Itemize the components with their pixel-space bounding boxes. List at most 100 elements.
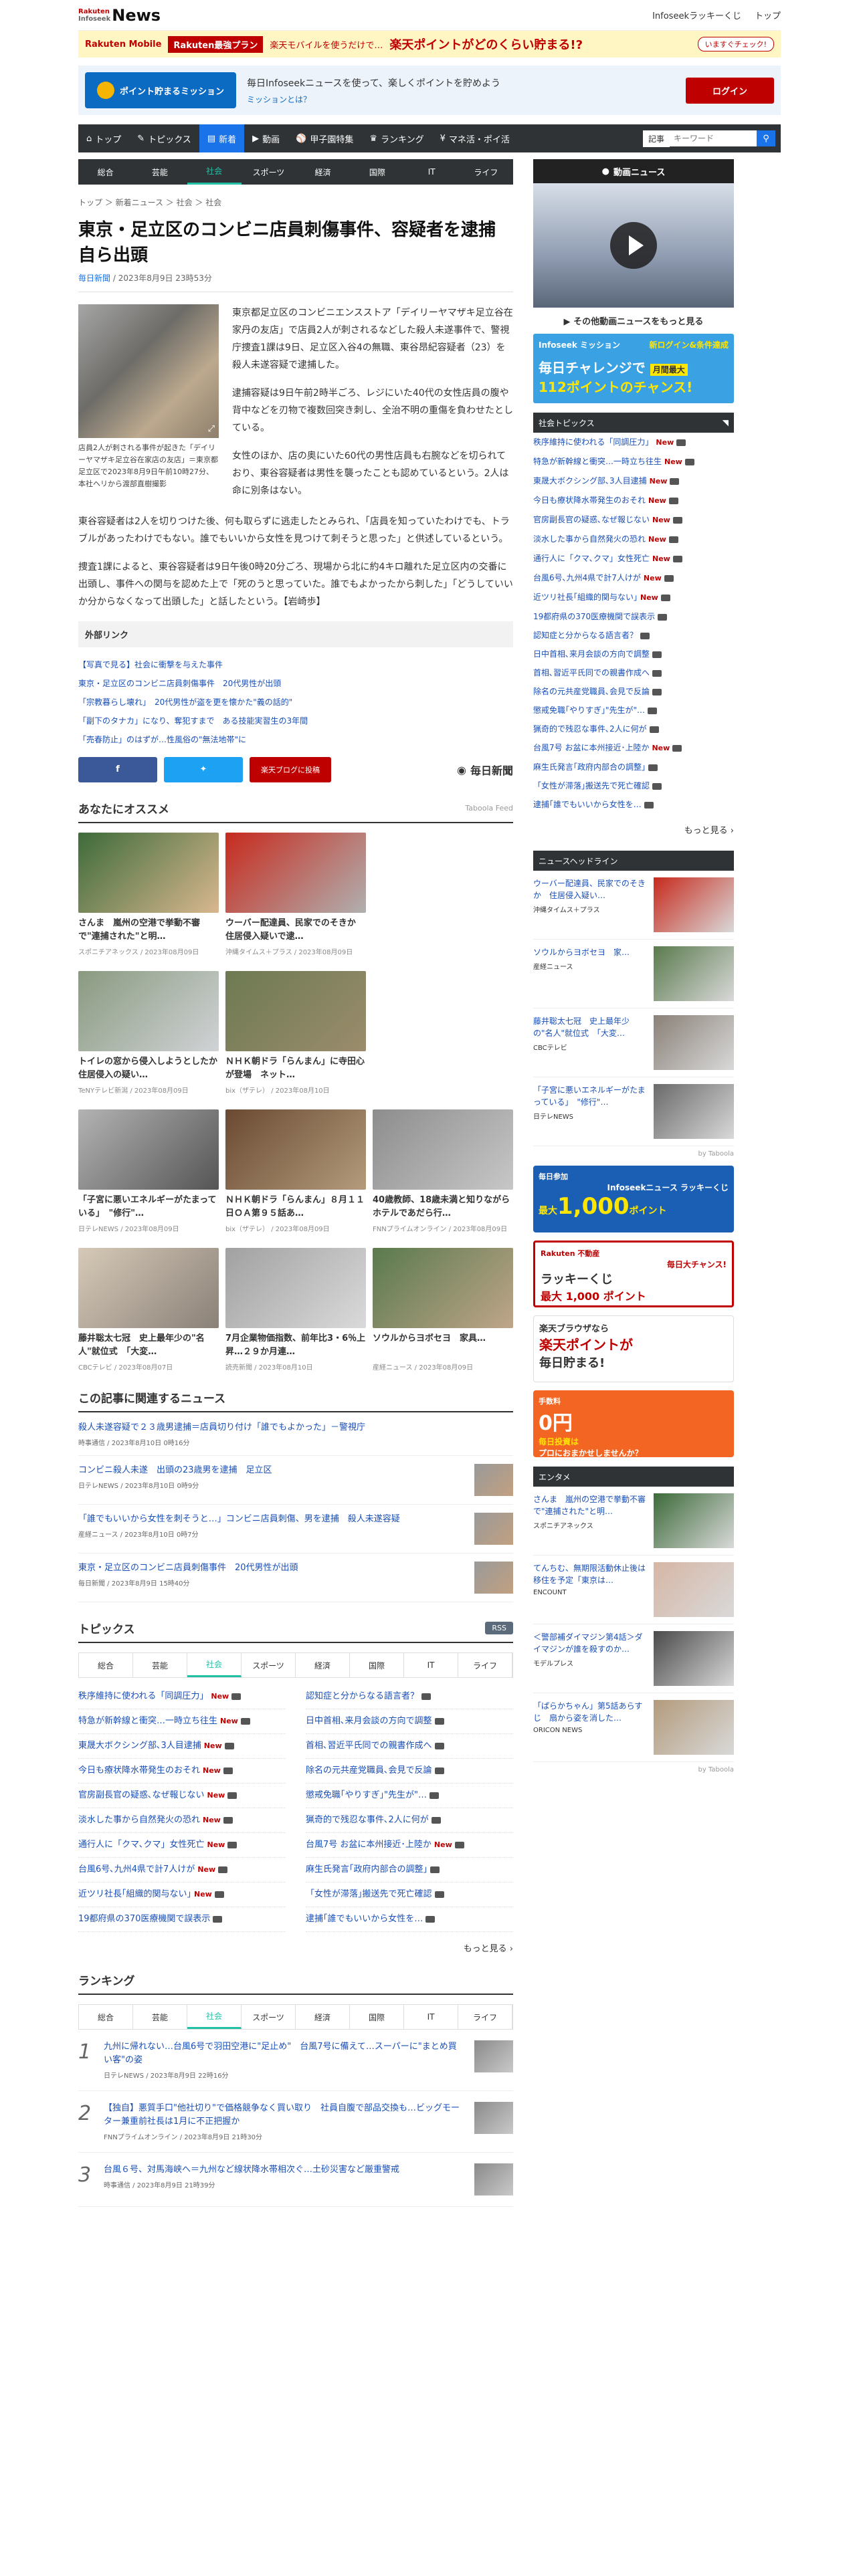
- topic-item[interactable]: 19都府県の370医療機関で誤表示: [78, 1907, 286, 1932]
- card-title[interactable]: トイレの窓から侵入しようとしたか 住居侵入の疑い…: [78, 1055, 219, 1082]
- card-title[interactable]: ＮＨＫ朝ドラ「らんまん」８月１１日ＯＡ第９５話あ…: [225, 1194, 366, 1220]
- rss-icon[interactable]: ◥: [723, 418, 729, 427]
- nav-video[interactable]: ▶ 動画: [244, 124, 288, 152]
- rank-title[interactable]: 【独自】悪質手口"他社切り"で価格競争なく買い取り 社員自腹で部品交換も…ビッグ…: [104, 2102, 465, 2129]
- nav-ranking[interactable]: ♛ ランキング: [361, 124, 432, 152]
- toptabs-tab[interactable]: 社会: [187, 1653, 242, 1677]
- mission-about-link[interactable]: ミッションとは？: [247, 94, 675, 105]
- card-title[interactable]: ＮＨＫ朝ドラ「らんまん」に寺田心が登場 ネット…: [225, 1055, 366, 1082]
- related-title[interactable]: 「誰でもいいから女性を刺そうと…」コンビニ店員刺傷、男を逮捕 殺人未遂容疑: [78, 1513, 400, 1526]
- topic-item[interactable]: 逮捕｢誰でもいいから女性を…: [306, 1907, 513, 1932]
- ranktabs-tab[interactable]: 社会: [187, 2005, 242, 2029]
- recommend-card[interactable]: 7月企業物価指数、前年比3・6％上昇…２９か月連… 読売新聞 / 2023年08月…: [225, 1248, 366, 1372]
- topic-item[interactable]: 秩序維持に使われる「同調圧力」 New: [533, 433, 734, 452]
- news-title[interactable]: ウーバー配達員、民家でのそきか 住居侵入疑い…: [533, 877, 647, 901]
- topic-item[interactable]: 「女性が滞落｣搬送先で死亡確認: [306, 1883, 513, 1907]
- taboola-label[interactable]: by Taboola: [533, 1766, 734, 1774]
- card-image[interactable]: [225, 833, 366, 913]
- topic-item[interactable]: 今日も療状降水帯発生のおそれ New: [78, 1759, 286, 1784]
- cat-shakai[interactable]: 社会: [187, 159, 242, 185]
- ranktabs-tab[interactable]: スポーツ: [242, 2005, 296, 2029]
- ad-cta-button[interactable]: いますぐチェック!: [697, 37, 774, 51]
- topic-item[interactable]: 懲戒免職｢やりすぎ｣"先生が"…: [306, 1784, 513, 1808]
- ranktabs-tab[interactable]: ライフ: [458, 2005, 512, 2029]
- news-title[interactable]: さんま 嵐州の空港で挙動不審で"連捕された"と明…: [533, 1493, 647, 1517]
- recommend-card[interactable]: ＮＨＫ朝ドラ「らんまん」に寺田心が登場 ネット… bix（ザテレ） / 2023年…: [225, 971, 366, 1095]
- toptabs-tab[interactable]: 国際: [350, 1653, 404, 1677]
- recommend-card[interactable]: さんま 嵐州の空港で挙動不審で"連捕された"と明… スポニチアネックス / 202…: [78, 833, 219, 956]
- topic-item[interactable]: 東晟大ボクシング部､3人目逮捕 New: [533, 471, 734, 491]
- card-image[interactable]: [78, 833, 219, 913]
- news-title[interactable]: ソウルからヨボセヨ 家…: [533, 946, 647, 958]
- card-image[interactable]: [225, 971, 366, 1051]
- card-title[interactable]: ウーバー配達員、民家でのそきか 住居侵入疑いで逮…: [225, 917, 366, 944]
- lucky-banner[interactable]: 毎日参加 Infoseekニュース ラッキーくじ 最大1,000ポイント: [533, 1166, 734, 1232]
- related-title[interactable]: 東京・足立区のコンビニ店員刺傷事件 20代男性が出頭: [78, 1562, 298, 1575]
- card-image[interactable]: [78, 1248, 219, 1328]
- ranktabs-tab[interactable]: 経済: [296, 2005, 350, 2029]
- site-logo[interactable]: Rakuten Infoseek News: [78, 6, 161, 25]
- topics-more-link[interactable]: もっと見る ›: [78, 1941, 513, 1954]
- browser-banner[interactable]: 楽天ブラウザなら 楽天ポイントが 毎日貯まる!: [533, 1315, 734, 1382]
- taboola-label[interactable]: by Taboola: [533, 1150, 734, 1158]
- topic-item[interactable]: 官房副長官の疑惑､なぜ報じない New: [78, 1784, 286, 1808]
- video-player[interactable]: [533, 183, 734, 308]
- source-link[interactable]: 毎日新聞: [78, 274, 110, 283]
- card-image[interactable]: [225, 1248, 366, 1328]
- twitter-share-button[interactable]: ✦: [164, 757, 243, 782]
- taboola-label[interactable]: Taboola Feed: [465, 804, 513, 813]
- topic-item[interactable]: 猟奇的で残忍な事件､2人に何が: [306, 1808, 513, 1833]
- toptabs-tab[interactable]: IT: [404, 1653, 458, 1677]
- topic-item[interactable]: 19都府県の370医療機関で誤表示: [533, 607, 734, 626]
- card-image[interactable]: [78, 971, 219, 1051]
- topic-item[interactable]: 「女性が滞落｣搬送先で死亡確認: [533, 776, 734, 795]
- topic-item[interactable]: 台風6号､九州4県で計7人けが New: [78, 1858, 286, 1883]
- ranktabs-tab[interactable]: 芸能: [133, 2005, 187, 2029]
- recommend-card[interactable]: ソウルからヨボセヨ 家具… 産経ニュース / 2023年08月09日: [373, 1248, 513, 1372]
- topic-item[interactable]: 官房副長官の疑惑､なぜ報じない New: [533, 510, 734, 530]
- news-thumb[interactable]: [654, 1015, 734, 1070]
- topic-item[interactable]: 麻生氏発言｢政府内部合の調整｣: [306, 1858, 513, 1883]
- topic-item[interactable]: 近ツリ社長｢組織的関与ない｣ New: [78, 1883, 286, 1907]
- topic-item[interactable]: 台風7号 お盆に本州接近･上陸か New: [533, 738, 734, 758]
- news-thumb[interactable]: [654, 1084, 734, 1139]
- toptabs-tab[interactable]: スポーツ: [242, 1653, 296, 1677]
- topic-item[interactable]: 淡水した事から自然発火の恐れ New: [78, 1808, 286, 1833]
- card-title[interactable]: 7月企業物価指数、前年比3・6％上昇…２９か月連…: [225, 1332, 366, 1359]
- facebook-share-button[interactable]: f: [78, 757, 157, 782]
- topic-item[interactable]: 除名の元共産党職員､会見で反論: [306, 1759, 513, 1784]
- topic-item[interactable]: 麻生氏発言｢政府内部合の調整｣: [533, 758, 734, 776]
- ranking-item[interactable]: 3 台風６号、対馬海峡へ＝九州など線状降水帯相次ぐ…土砂災害など厳重警戒 時事通信 …: [78, 2153, 513, 2207]
- ad-banner-mobile[interactable]: Rakuten Mobile Rakuten最強プラン 楽天モバイルを使うだけで…: [78, 31, 781, 58]
- toptabs-tab[interactable]: 芸能: [133, 1653, 187, 1677]
- card-title[interactable]: 「子宮に悪いエネルギーがたまっている」 "修行"…: [78, 1194, 219, 1220]
- topic-item[interactable]: 猟奇的で残忍な事件､2人に何が: [533, 720, 734, 738]
- related-title[interactable]: 殺人未遂容疑で２３歳男逮捕＝店員切り付け「誰でもよかった」－警視庁: [78, 1421, 365, 1434]
- cat-sougou[interactable]: 総合: [78, 159, 132, 185]
- related-thumb[interactable]: [474, 1562, 513, 1594]
- ranking-item[interactable]: 2 【独自】悪質手口"他社切り"で価格競争なく買い取り 社員自腹で部品交換も…ビッ…: [78, 2091, 513, 2153]
- topic-item[interactable]: 特急が新幹線と衝突…一時立ち往生 New: [78, 1709, 286, 1734]
- related-thumb[interactable]: [474, 1464, 513, 1496]
- related-item[interactable]: コンビニ殺人未遂 出頭の23歳男を逮捕 足立区 日テレNEWS / 2023年8月…: [78, 1456, 513, 1505]
- recommend-card[interactable]: 「子宮に悪いエネルギーがたまっている」 "修行"… 日テレNEWS / 2023年…: [78, 1109, 219, 1233]
- news-item[interactable]: ソウルからヨボセヨ 家… 産経ニュース: [533, 940, 734, 1008]
- related-thumb[interactable]: [474, 1513, 513, 1545]
- play-button-icon[interactable]: [610, 222, 657, 269]
- search-type-select[interactable]: 記事: [642, 130, 670, 147]
- video-more-link[interactable]: ▶ その他動画ニュースをもっと見る: [533, 308, 734, 334]
- topic-item[interactable]: 台風6号､九州4県で計7人けが New: [533, 568, 734, 588]
- news-thumb[interactable]: [654, 946, 734, 1001]
- rank-thumb[interactable]: [474, 2040, 513, 2072]
- card-image[interactable]: [78, 1109, 219, 1190]
- card-image[interactable]: [225, 1109, 366, 1190]
- topic-item[interactable]: 認知症と分からなる語言者？: [306, 1685, 513, 1709]
- invest-banner[interactable]: 手数料 0円 毎日投資は プロにおまかせしませんか？: [533, 1390, 734, 1458]
- mission-ad[interactable]: Infoseek ミッション 新ログイン&条件達成 毎日チャレンジで 月間最大 1…: [533, 334, 734, 403]
- news-item[interactable]: ウーバー配達員、民家でのそきか 住居侵入疑い… 沖縄タイムス＋プラス: [533, 871, 734, 940]
- related-item[interactable]: 殺人未遂容疑で２３歳男逮捕＝店員切り付け「誰でもよかった」－警視庁 時事通信 / …: [78, 1413, 513, 1456]
- external-link[interactable]: 東京・足立区のコンビニ店員刺傷事件 20代男性が出頭: [78, 674, 513, 693]
- nav-top[interactable]: ⌂ トップ: [78, 124, 129, 152]
- external-link[interactable]: 「宗教暮らし壊れ」 20代男性が盗を更を懐かた"義の話的": [78, 693, 513, 712]
- news-title[interactable]: 「子宮に悪いエネルギーがたまっている」 "修行"…: [533, 1084, 647, 1108]
